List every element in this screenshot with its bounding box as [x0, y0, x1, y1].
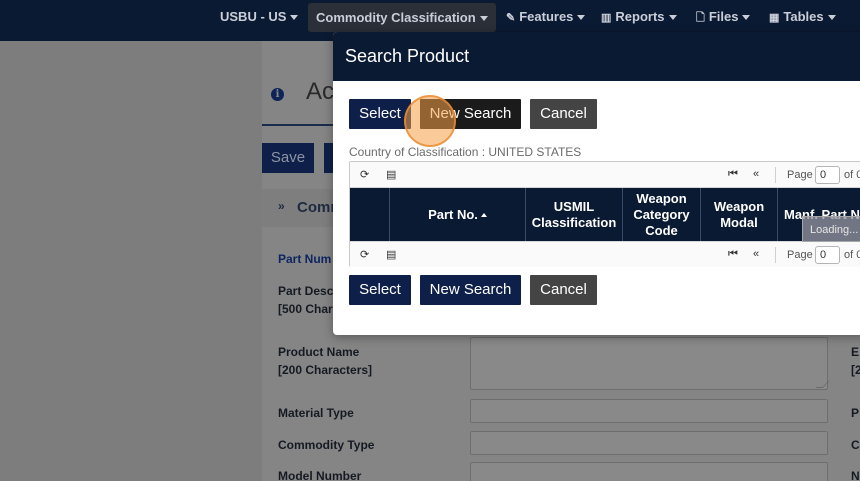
- cancel-button[interactable]: Cancel: [530, 99, 597, 129]
- modal-header: Search Product: [333, 32, 860, 81]
- material-type-field[interactable]: [470, 399, 828, 423]
- page-count: of 0: [844, 169, 860, 181]
- product-name-textarea[interactable]: [470, 337, 830, 390]
- click-indicator: [404, 95, 456, 147]
- grid-pager-top: ⟳ ▤ ⏮ « Page 0 of 0: [350, 162, 860, 188]
- nav-features[interactable]: ✎ Features: [506, 0, 586, 34]
- chevron-down-icon: »: [278, 199, 285, 213]
- first-page-icon[interactable]: ⏮: [728, 168, 738, 181]
- grid-pager-bottom: ⟳ ▤ ⏮ « Page 0 of 0: [350, 241, 860, 267]
- material-type-label: Material Type: [278, 406, 354, 420]
- info-icon: i: [271, 88, 284, 101]
- columns-icon[interactable]: ▤: [386, 168, 396, 181]
- caret-down-icon: [577, 15, 586, 21]
- column-header-select[interactable]: [350, 188, 390, 241]
- nav-label: Reports: [615, 9, 665, 24]
- refresh-icon[interactable]: ⟳: [360, 248, 369, 261]
- page-number-input[interactable]: 0: [815, 166, 840, 184]
- column-header-part-no[interactable]: Part No.: [390, 188, 526, 241]
- page-label: Page: [787, 169, 813, 181]
- results-grid: ⟳ ▤ ⏮ « Page 0 of 0 Part No. USMIL Class…: [349, 161, 860, 267]
- pager-separator: [775, 167, 776, 183]
- nav-commodity-classification[interactable]: Commodity Classification: [308, 3, 496, 32]
- caret-down-icon: [668, 15, 677, 21]
- bar-chart-icon: ▥: [601, 12, 612, 24]
- caret-down-icon: [479, 16, 488, 22]
- right-field-label: N: [851, 469, 860, 481]
- save-button[interactable]: Save: [262, 143, 314, 173]
- resize-handle-icon: [815, 381, 830, 388]
- column-label: Part No.: [428, 206, 478, 222]
- cancel-button-bottom[interactable]: Cancel: [530, 275, 597, 305]
- grid-header: Part No. USMIL Classification Weapon Cat…: [350, 188, 860, 241]
- file-icon: 🗋: [696, 12, 705, 24]
- nav-tables[interactable]: ▦ Tables: [769, 0, 836, 34]
- previous-page-icon[interactable]: «: [753, 168, 759, 180]
- search-product-modal: Search Product Select New Search Cancel …: [333, 32, 860, 335]
- loading-indicator: Loading...: [802, 216, 860, 242]
- previous-page-icon[interactable]: «: [753, 248, 759, 260]
- commodity-type-label: Commodity Type: [278, 438, 375, 452]
- country-of-classification: Country of Classification : UNITED STATE…: [349, 145, 582, 159]
- nav-files[interactable]: 🗋 Files: [696, 0, 751, 34]
- page-number-input[interactable]: 0: [815, 246, 840, 264]
- nav-label: Tables: [783, 9, 824, 24]
- select-button-bottom[interactable]: Select: [349, 275, 411, 305]
- model-number-label: Model Number: [278, 469, 362, 481]
- columns-icon[interactable]: ▤: [386, 248, 396, 261]
- refresh-icon[interactable]: ⟳: [360, 168, 369, 181]
- caret-down-icon: [742, 15, 751, 21]
- nav-reports[interactable]: ▥ Reports: [601, 0, 677, 34]
- modal-title: Search Product: [345, 46, 470, 66]
- new-search-button-bottom[interactable]: New Search: [420, 275, 521, 305]
- nav-label: USBU - US: [220, 9, 287, 24]
- pager-separator: [775, 247, 776, 263]
- sort-asc-icon: [480, 212, 487, 217]
- right-field-limit: [2: [851, 363, 860, 377]
- model-number-field[interactable]: [470, 462, 828, 481]
- product-name-label: Product Name: [278, 345, 360, 359]
- part-number-label: Part Num: [278, 252, 332, 266]
- pencil-icon: ✎: [506, 12, 516, 24]
- select-button[interactable]: Select: [349, 99, 411, 129]
- right-field-label: E: [851, 345, 860, 359]
- nav-label: Commodity Classification: [316, 10, 476, 25]
- table-icon: ▦: [769, 12, 780, 24]
- caret-down-icon: [290, 15, 299, 21]
- caret-down-icon: [827, 15, 836, 21]
- column-header-weapon-modal[interactable]: Weapon Modal: [701, 188, 778, 241]
- commodity-type-field[interactable]: [470, 431, 828, 455]
- part-description-label: Part Desc: [278, 284, 334, 298]
- page-label: Page: [787, 249, 813, 261]
- right-field-label: P: [851, 406, 860, 420]
- page-count: of 0: [844, 249, 860, 261]
- nav-label: Files: [708, 9, 739, 24]
- nav-usbu-us[interactable]: USBU - US: [220, 0, 299, 34]
- nav-label: Features: [519, 9, 574, 24]
- column-header-weapon-category[interactable]: Weapon Category Code: [623, 188, 701, 241]
- part-description-limit: [500 Char: [278, 302, 333, 316]
- first-page-icon[interactable]: ⏮: [728, 248, 738, 261]
- column-header-usmil[interactable]: USMIL Classification: [526, 188, 623, 241]
- page-title: Ac: [306, 78, 335, 105]
- product-name-limit: [200 Characters]: [278, 363, 373, 377]
- right-field-label: C: [851, 438, 860, 452]
